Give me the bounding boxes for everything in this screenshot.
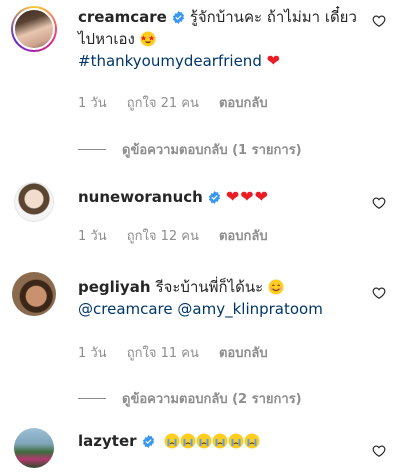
- comment-text: creamcare รู้จักบ้านคะ ถ้าไม่มา เดี๋ยวไปห…: [78, 6, 360, 72]
- heart-like-icon[interactable]: [372, 14, 386, 28]
- username[interactable]: nuneworanuch: [78, 188, 203, 206]
- heart-emoji-icon: ❤: [266, 51, 282, 70]
- avatar[interactable]: [14, 428, 54, 468]
- comment-text: nuneworanuch ❤❤❤: [78, 186, 360, 208]
- likes-count[interactable]: ถูกใจ 11 คน: [127, 346, 199, 361]
- view-replies-button[interactable]: ดูข้อความตอบกลับ (1 รายการ): [78, 139, 302, 160]
- comment-meta: 1 วัน ถูกใจ 11 คน ตอบกลับ: [78, 342, 284, 363]
- reply-button[interactable]: ตอบกลับ: [219, 96, 268, 111]
- comment-time: 1 วัน: [78, 96, 107, 111]
- comment-body: รีจะบ้านพี่ก็ได้นะ: [155, 278, 264, 296]
- comment-time: 1 วัน: [78, 346, 107, 361]
- hearts-emoji-icon: ❤❤❤: [225, 187, 270, 206]
- heart-like-icon[interactable]: [372, 196, 386, 210]
- crying-emoji-icon: [160, 432, 261, 450]
- reply-button[interactable]: ตอบกลับ: [219, 346, 268, 361]
- heart-like-icon[interactable]: [372, 444, 386, 458]
- verified-badge-icon: [172, 11, 184, 24]
- comment-text: pegliyah รีจะบ้านพี่ก็ได้นะ @creamcare @a…: [78, 276, 360, 320]
- comment-time: 1 วัน: [78, 229, 107, 244]
- username[interactable]: pegliyah: [78, 278, 151, 296]
- hashtag-link[interactable]: #thankyoumydearfriend: [78, 52, 262, 70]
- comment-text: lazyter: [78, 430, 360, 452]
- divider-line: [78, 398, 106, 399]
- avatar[interactable]: [11, 6, 57, 52]
- likes-count[interactable]: ถูกใจ 12 คน: [127, 229, 199, 244]
- comment-meta: 1 วัน ถูกใจ 21 คน ตอบกลับ: [78, 92, 284, 113]
- view-replies-label: ดูข้อความตอบกลับ (1 รายการ): [122, 143, 302, 158]
- comment-meta: 1 วัน ถูกใจ 12 คน ตอบกลับ: [78, 225, 284, 246]
- username[interactable]: lazyter: [78, 432, 137, 450]
- username[interactable]: creamcare: [78, 8, 167, 26]
- divider-line: [78, 149, 106, 150]
- verified-badge-icon: [142, 435, 154, 448]
- star-eyes-emoji-icon: [140, 31, 156, 47]
- mention-link[interactable]: @creamcare: [78, 300, 173, 318]
- likes-count[interactable]: ถูกใจ 21 คน: [127, 96, 199, 111]
- reply-button[interactable]: ตอบกลับ: [219, 229, 268, 244]
- avatar[interactable]: [14, 182, 54, 222]
- view-replies-button[interactable]: ดูข้อความตอบกลับ (2 รายการ): [78, 388, 302, 409]
- mention-link[interactable]: @amy_klinpratoom: [177, 300, 322, 318]
- avatar[interactable]: [12, 272, 56, 316]
- heart-like-icon[interactable]: [372, 286, 386, 300]
- verified-badge-icon: [208, 191, 220, 204]
- view-replies-label: ดูข้อความตอบกลับ (2 รายการ): [122, 392, 302, 407]
- smiling-face-emoji-icon: [268, 279, 284, 295]
